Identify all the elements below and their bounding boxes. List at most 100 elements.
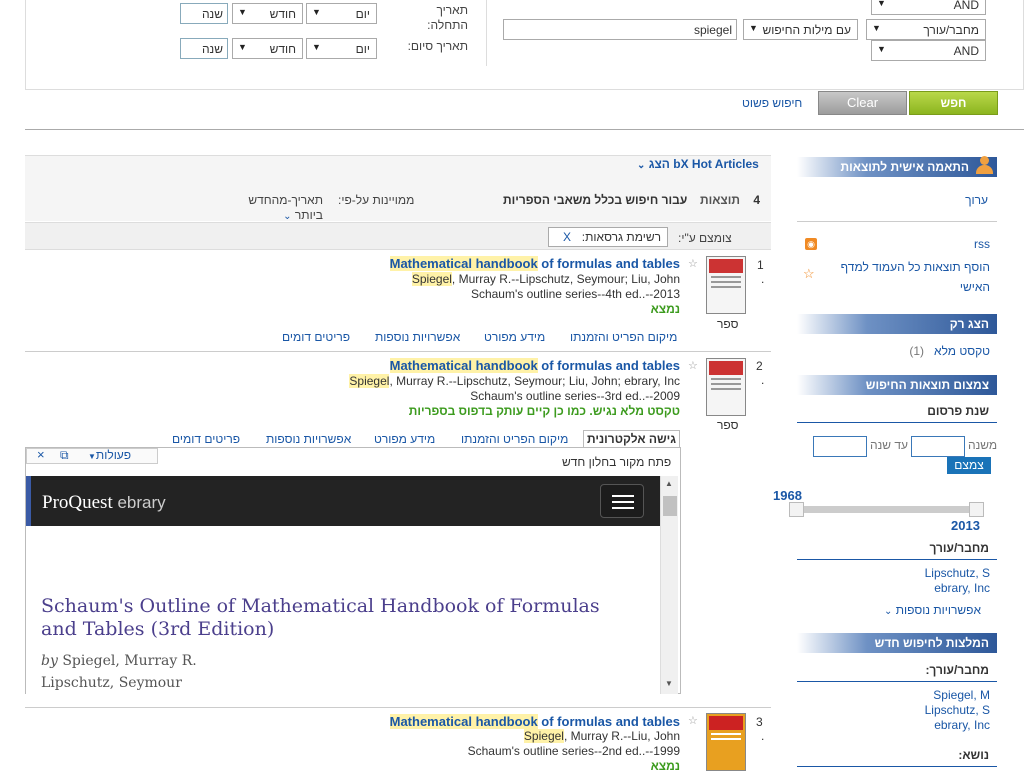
start-year-input[interactable]: שנה <box>180 3 228 24</box>
user-head <box>980 156 989 165</box>
tab-more-options[interactable]: אפשרויות נוספות <box>375 330 460 344</box>
rec-author-heading: מחבר/עורך: <box>797 663 997 682</box>
menu-bar <box>612 507 634 509</box>
result-author: Spiegel, Murray R.--Liu, John <box>523 729 680 743</box>
open-source-link[interactable]: פתח מקור בחלון חדש <box>562 455 671 469</box>
star-icon[interactable]: ☆ <box>688 359 698 372</box>
start-date-label: תאריך התחלה: <box>427 3 468 32</box>
top-divider <box>25 129 1024 130</box>
result-number: 2 <box>756 359 763 373</box>
user-body <box>976 165 993 174</box>
refined-by-label: צומצם ע"י: <box>678 231 732 245</box>
chevron-down-icon: ⌄ <box>884 606 893 617</box>
star-icon[interactable]: ☆ <box>688 714 698 727</box>
result-title[interactable]: Mathematical handbook of formulas and ta… <box>300 714 680 729</box>
rss-link[interactable]: rss <box>960 237 990 251</box>
fulltext-facet[interactable]: טקסט מלא (1) <box>880 344 990 358</box>
sidebar-divider <box>797 221 997 222</box>
menu-bar <box>612 495 634 497</box>
tab-more-options[interactable]: אפשרויות נוספות <box>266 432 351 446</box>
tab-similar[interactable]: פריטים דומים <box>282 330 350 344</box>
match-select[interactable]: עם מילות החיפוש ▼ <box>743 19 858 40</box>
from-year-input[interactable] <box>911 436 965 457</box>
book-cover[interactable] <box>706 713 746 771</box>
operator-select-1[interactable]: AND ▼ <box>871 0 986 15</box>
search-input[interactable]: spiegel <box>503 19 737 40</box>
hamburger-menu-icon[interactable] <box>600 484 644 518</box>
scroll-down-icon[interactable]: ▼ <box>665 679 673 688</box>
result-author: Spiegel, Murray R.--Lipschutz, Seymour; … <box>411 272 680 286</box>
end-day-select[interactable]: יום ▼ <box>306 38 377 59</box>
author-facet-item[interactable]: ebrary, Inc <box>880 581 990 595</box>
scroll-up-icon[interactable]: ▲ <box>665 479 673 488</box>
rec-author-item[interactable]: Spiegel, M <box>880 688 990 702</box>
close-icon[interactable]: × <box>37 447 45 462</box>
start-day-select[interactable]: יום ▼ <box>306 3 377 24</box>
result-dot: . <box>761 373 765 387</box>
chevron-down-icon: ▼ <box>88 452 96 461</box>
open-external-icon[interactable]: ⧉ <box>60 448 69 463</box>
tab-location[interactable]: מיקום הפריט והזמנתו <box>570 330 677 344</box>
tab-similar[interactable]: פריטים דומים <box>172 432 240 446</box>
year-slider-track <box>797 506 977 513</box>
refine-chip: רשימת גרסאות: X <box>548 227 668 247</box>
author-facet-item[interactable]: Lipschutz, S <box>880 566 990 580</box>
search-button[interactable]: חפש <box>909 91 998 115</box>
viewer-author-2: Lipschutz, Seymour <box>41 675 182 691</box>
chevron-down-icon: ▼ <box>877 44 886 54</box>
tab-location[interactable]: מיקום הפריט והזמנתו <box>461 432 568 446</box>
material-type: ספר <box>717 317 739 331</box>
cover-line <box>711 733 741 735</box>
show-only-header: הצג רק <box>797 314 997 334</box>
clear-button[interactable]: Clear <box>818 91 907 115</box>
result-author: Spiegel, Murray R.--Lipschutz, Seymour; … <box>349 374 680 388</box>
tab-electronic-access[interactable]: גישה אלקטרונית <box>583 430 680 448</box>
add-page-to-shelf-link[interactable]: הוסף תוצאות כל העמוד למדף האישי <box>820 257 990 297</box>
cover-line <box>711 276 741 278</box>
tab-details[interactable]: מידע מפורט <box>484 330 545 344</box>
book-cover[interactable] <box>706 256 746 314</box>
rec-author-item[interactable]: ebrary, Inc <box>880 718 990 732</box>
hot-articles-link[interactable]: ⌄ הצג bX Hot Articles <box>637 157 759 171</box>
narrow-button[interactable]: צמצם <box>947 457 991 474</box>
cover-banner <box>709 716 743 730</box>
chevron-down-icon: ▼ <box>872 23 881 33</box>
tab-details[interactable]: מידע מפורט <box>374 432 435 446</box>
chevron-down-icon: ▼ <box>312 42 321 52</box>
star-icon[interactable]: ☆ <box>688 257 698 270</box>
personalize-header: התאמה אישית לתוצאות החיפוש <box>797 157 997 188</box>
actions-menu[interactable]: פעולות▼ <box>88 448 131 462</box>
result-title[interactable]: Mathematical handbook of formulas and ta… <box>300 358 680 373</box>
sort-select[interactable]: תאריך-מהחדש ביותר ⌄ <box>243 193 415 224</box>
start-month-select[interactable]: חודש ▼ <box>232 3 303 24</box>
edit-link[interactable]: ערוך <box>940 193 988 207</box>
proquest-logo: ProQuest ebrary <box>42 492 166 513</box>
availability-status: נמצא <box>650 302 680 316</box>
material-type: ספר <box>717 418 739 432</box>
remove-refine-button[interactable]: X <box>563 230 571 244</box>
field-select[interactable]: מחבר/עורך ▼ <box>866 19 986 40</box>
pub-year-heading: שנת פרסום <box>797 404 997 423</box>
scrollbar[interactable]: ▲ ▼ <box>660 476 678 694</box>
viewer-book-title: Schaum's Outline of Mathematical Handboo… <box>41 595 600 640</box>
chevron-down-icon: ⌄ <box>283 211 292 222</box>
year-min-label: 1968 <box>773 488 802 503</box>
search-panel-divider <box>486 0 487 66</box>
scroll-thumb[interactable] <box>663 496 677 516</box>
rec-author-item[interactable]: Lipschutz, S <box>880 703 990 717</box>
cover-banner <box>709 361 743 375</box>
to-year-input[interactable] <box>813 436 867 457</box>
year-slider-min-handle[interactable] <box>789 502 804 517</box>
end-year-input[interactable]: שנה <box>180 38 228 59</box>
book-cover[interactable] <box>706 358 746 416</box>
rss-icon[interactable]: ◉ <box>805 238 817 250</box>
operator-select-2[interactable]: AND ▼ <box>871 40 986 61</box>
result-series: Schaum's outline series--2nd ed..--1999 <box>467 744 680 758</box>
result-title[interactable]: Mathematical handbook of formulas and ta… <box>300 256 680 271</box>
more-options-link[interactable]: אפשרויות נוספות ⌄ <box>884 603 981 617</box>
chevron-down-icon: ▼ <box>238 42 247 52</box>
simple-search-link[interactable]: חיפוש פשוט <box>742 96 802 110</box>
end-month-select[interactable]: חודש ▼ <box>232 38 303 59</box>
year-slider-max-handle[interactable] <box>969 502 984 517</box>
availability-status: נמצא <box>650 759 680 773</box>
